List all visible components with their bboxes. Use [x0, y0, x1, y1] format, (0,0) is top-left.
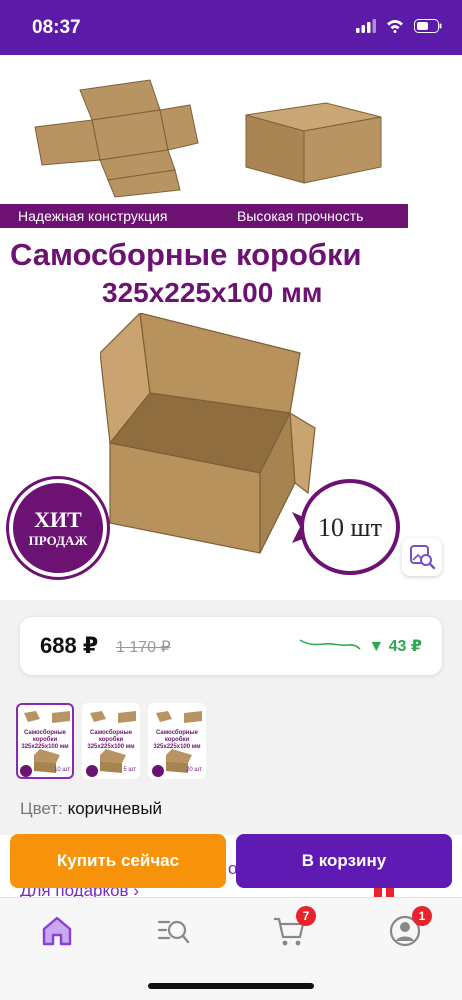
- color-label: Цвет:: [20, 799, 63, 818]
- quantity-text: 10 шт: [318, 513, 382, 542]
- price-card[interactable]: 688 ₽ 1 170 ₽ ▼ 43 ₽: [20, 617, 442, 675]
- status-time: 08:37: [32, 17, 81, 38]
- thumbnail-qty: 5 шт: [123, 767, 136, 773]
- catalog-search-icon: [157, 920, 190, 944]
- heart-icon: [353, 78, 385, 105]
- home-icon: [42, 916, 72, 946]
- bestseller-badge: ХИТ ПРОДАЖ: [9, 479, 107, 577]
- thumbnail-caption: Самосборные коробки 325х225х100 мм: [21, 730, 69, 750]
- product-image-carousel[interactable]: Надежная конструкция Высокая прочность С…: [0, 55, 462, 600]
- price-drop: ▼ 43 ₽: [368, 638, 422, 655]
- image-thumbnails: Самосборные коробки 325х225х100 мм 10 шт…: [16, 703, 206, 779]
- profile-badge: 1: [412, 906, 432, 926]
- favorite-button[interactable]: [353, 77, 385, 110]
- tab-catalog-search[interactable]: [156, 914, 190, 948]
- buy-now-button[interactable]: Купить сейчас: [10, 834, 226, 888]
- tab-cart[interactable]: 7: [272, 906, 316, 948]
- feature-banner: Надежная конструкция Высокая прочность: [0, 204, 408, 228]
- box-preview-images: [0, 55, 408, 205]
- color-selector: Цвет: коричневый: [20, 799, 162, 819]
- battery-icon: [414, 19, 442, 33]
- add-to-cart-button[interactable]: В корзину: [236, 834, 452, 888]
- open-box-illustration: [100, 313, 316, 554]
- thumbnail-hit-badge: [152, 765, 164, 777]
- thumbnail-boxes: [156, 711, 202, 723]
- flat-box-illustration: [34, 79, 199, 198]
- bestseller-line1: ХИТ: [34, 507, 82, 532]
- wifi-icon: [387, 20, 403, 33]
- image-search-button[interactable]: [402, 538, 442, 576]
- status-icons: [356, 19, 442, 33]
- bestseller-line2: ПРОДАЖ: [28, 533, 88, 548]
- thumbnail-hit-badge: [20, 765, 32, 777]
- product-image-size: 325х225х100 мм: [102, 277, 323, 308]
- banner-feature-left: Надежная конструкция: [18, 208, 168, 224]
- share-icon: [419, 73, 443, 107]
- thumbnail-2[interactable]: Самосборные коробки 325х225х100 мм 5 шт: [82, 703, 140, 779]
- quantity-badge: 10 шт: [300, 479, 400, 575]
- thumbnail-1[interactable]: Самосборные коробки 325х225х100 мм 10 шт: [16, 703, 74, 779]
- chevron-left-icon: [24, 76, 40, 106]
- color-value: коричневый: [67, 799, 163, 818]
- thumbnail-caption: Самосборные коробки 325х225х100 мм: [87, 730, 135, 750]
- home-indicator: [148, 983, 314, 989]
- product-image-title: Самосборные коробки: [10, 237, 362, 272]
- tab-profile[interactable]: 1: [388, 906, 432, 948]
- signal-icon: [356, 19, 376, 33]
- status-bar: 08:37: [0, 0, 462, 55]
- thumbnail-3[interactable]: Самосборные коробки 325х225х100 мм 20 шт: [148, 703, 206, 779]
- thumbnail-boxes: [90, 711, 136, 723]
- thumbnail-boxes: [24, 711, 70, 723]
- tab-home[interactable]: [40, 914, 74, 948]
- thumbnail-qty: 20 шт: [186, 767, 202, 773]
- thumbnail-hit-badge: [86, 765, 98, 777]
- image-search-icon: [410, 545, 436, 570]
- thumbnail-caption: Самосборные коробки 325х225х100 мм: [153, 730, 201, 750]
- closed-box-illustration: [245, 102, 382, 184]
- old-price: 1 170 ₽: [116, 639, 171, 656]
- back-button[interactable]: [22, 75, 42, 112]
- banner-feature-right: Высокая прочность: [237, 208, 364, 224]
- price-history-sparkline: [299, 639, 361, 650]
- thumbnail-qty: 10 шт: [54, 767, 70, 773]
- share-button[interactable]: [418, 73, 444, 112]
- cart-badge: 7: [296, 906, 316, 926]
- current-price: 688 ₽: [40, 633, 99, 658]
